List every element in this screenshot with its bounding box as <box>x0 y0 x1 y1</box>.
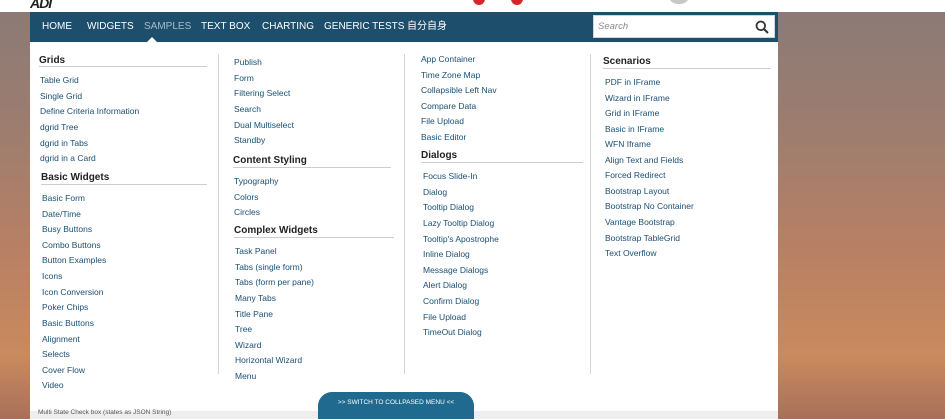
nav-self[interactable]: 自分自身 <box>407 12 447 42</box>
menu-link-basic-iframe[interactable]: Basic in IFrame <box>605 124 664 134</box>
menu-link-standby[interactable]: Standby <box>234 135 265 145</box>
menu-link-dialog[interactable]: Dialog <box>423 187 447 197</box>
menu-link-circles[interactable]: Circles <box>234 207 260 217</box>
menu-link-cover-flow[interactable]: Cover Flow <box>42 365 85 375</box>
menu-link-confirm-dialog[interactable]: Confirm Dialog <box>423 296 479 306</box>
menu-link-icon-conversion[interactable]: Icon Conversion <box>42 287 103 297</box>
heading-scenarios: Scenarios <box>603 56 651 67</box>
menu-link-dgrid-card[interactable]: dgrid in a Card <box>40 153 96 163</box>
menu-link-tree[interactable]: Tree <box>235 324 252 334</box>
search-input[interactable] <box>598 18 748 35</box>
menu-link-colors[interactable]: Colors <box>234 192 259 202</box>
nav-widgets[interactable]: WIDGETS <box>87 12 134 42</box>
column-divider <box>218 54 219 374</box>
divider <box>421 162 583 163</box>
menu-link-date-time[interactable]: Date/Time <box>42 209 81 219</box>
page-content-text: Multi State Check box (states as JSON St… <box>38 409 172 416</box>
heading-content-styling: Content Styling <box>233 155 307 166</box>
menu-link-alert-dialog[interactable]: Alert Dialog <box>423 280 467 290</box>
menu-link-text-overflow[interactable]: Text Overflow <box>605 248 657 258</box>
search-box <box>593 15 775 38</box>
heading-grids: Grids <box>39 55 66 66</box>
column-divider <box>404 54 405 374</box>
heading-dialogs: Dialogs <box>421 150 458 161</box>
menu-link-compare-data[interactable]: Compare Data <box>421 101 476 111</box>
switch-collapsed-menu-button[interactable]: >> SWITCH TO COLLPASED MENU << <box>318 392 474 419</box>
divider <box>39 66 207 67</box>
menu-link-alignment[interactable]: Alignment <box>42 334 80 344</box>
menu-link-tooltip-dialog[interactable]: Tooltip Dialog <box>423 202 474 212</box>
menu-link-bootstrap-tablegrid[interactable]: Bootstrap TableGrid <box>605 233 680 243</box>
menu-link-selects[interactable]: Selects <box>42 349 70 359</box>
menu-link-button-examples[interactable]: Button Examples <box>42 255 106 265</box>
divider <box>234 237 394 238</box>
menu-link-app-container[interactable]: App Container <box>421 54 475 64</box>
menu-link-single-grid[interactable]: Single Grid <box>40 91 82 101</box>
divider <box>233 167 391 168</box>
nav-text-box[interactable]: TEXT BOX <box>201 12 250 42</box>
samples-mega-menu: Grids Table Grid Single Grid Define Crit… <box>30 42 778 412</box>
menu-link-dgrid-tabs[interactable]: dgrid in Tabs <box>40 138 88 148</box>
menu-link-lazy-tooltip-dialog[interactable]: Lazy Tooltip Dialog <box>423 218 494 228</box>
nav-charting[interactable]: CHARTING <box>262 12 314 42</box>
menu-link-table-grid[interactable]: Table Grid <box>40 75 79 85</box>
alert-icon[interactable] <box>511 0 523 5</box>
menu-link-time-zone-map[interactable]: Time Zone Map <box>421 70 480 80</box>
heading-basic-widgets: Basic Widgets <box>41 172 110 183</box>
menu-link-vantage-bootstrap[interactable]: Vantage Bootstrap <box>605 217 675 227</box>
menu-link-tabs-per-pane[interactable]: Tabs (form per pane) <box>235 277 314 287</box>
menu-link-forced-redirect[interactable]: Forced Redirect <box>605 170 665 180</box>
divider <box>603 68 771 69</box>
menu-link-publish[interactable]: Publish <box>234 57 262 67</box>
menu-link-filtering-select[interactable]: Filtering Select <box>234 88 290 98</box>
menu-link-inline-dialog[interactable]: Inline Dialog <box>423 249 470 259</box>
menu-link-task-panel[interactable]: Task Panel <box>235 246 277 256</box>
menu-link-focus-slide-in[interactable]: Focus Slide-In <box>423 171 477 181</box>
menu-link-bootstrap-layout[interactable]: Bootstrap Layout <box>605 186 669 196</box>
avatar[interactable] <box>668 0 690 4</box>
menu-link-basic-buttons[interactable]: Basic Buttons <box>42 318 94 328</box>
menu-link-wizard-iframe[interactable]: Wizard in IFrame <box>605 93 670 103</box>
nav-home[interactable]: HOME <box>42 12 72 42</box>
brand-logo[interactable]: ADI <box>30 0 92 10</box>
menu-link-align-text-fields[interactable]: Align Text and Fields <box>605 155 683 165</box>
menu-link-many-tabs[interactable]: Many Tabs <box>235 293 276 303</box>
column-divider <box>590 54 591 374</box>
menu-link-typography[interactable]: Typography <box>234 176 278 186</box>
menu-link-wfn-iframe[interactable]: WFN Iframe <box>605 139 651 149</box>
menu-link-bootstrap-no-container[interactable]: Bootstrap No Container <box>605 201 694 211</box>
menu-link-dual-multiselect[interactable]: Dual Multiselect <box>234 120 294 130</box>
menu-link-pdf-iframe[interactable]: PDF in IFrame <box>605 77 660 87</box>
menu-link-collapsible-left-nav[interactable]: Collapsible Left Nav <box>421 85 497 95</box>
heading-complex-widgets: Complex Widgets <box>234 225 318 236</box>
menu-link-grid-iframe[interactable]: Grid in IFrame <box>605 108 659 118</box>
menu-link-video[interactable]: Video <box>42 380 64 390</box>
menu-link-basic-form[interactable]: Basic Form <box>42 193 85 203</box>
menu-link-wizard[interactable]: Wizard <box>235 340 261 350</box>
menu-link-timeout-dialog[interactable]: TimeOut Dialog <box>423 327 482 337</box>
menu-link-dialog-file-upload[interactable]: File Upload <box>423 312 466 322</box>
menu-link-poker-chips[interactable]: Poker Chips <box>42 302 88 312</box>
menu-link-form[interactable]: Form <box>234 73 254 83</box>
menu-link-message-dialogs[interactable]: Message Dialogs <box>423 265 488 275</box>
top-header-strip: ADI <box>0 0 945 12</box>
notification-icon[interactable] <box>473 0 485 5</box>
menu-link-menu[interactable]: Menu <box>235 371 256 381</box>
menu-link-title-pane[interactable]: Title Pane <box>235 309 273 319</box>
menu-link-dgrid-tree[interactable]: dgrid Tree <box>40 122 78 132</box>
menu-link-icons[interactable]: Icons <box>42 271 62 281</box>
menu-link-horizontal-wizard[interactable]: Horizontal Wizard <box>235 355 302 365</box>
search-icon[interactable] <box>755 20 769 34</box>
menu-link-tooltips-apostrophe[interactable]: Tooltip's Apostrophe <box>423 234 499 244</box>
menu-link-define-criteria[interactable]: Define Criteria Information <box>40 106 139 116</box>
menu-link-busy-buttons[interactable]: Busy Buttons <box>42 224 92 234</box>
divider <box>41 184 207 185</box>
menu-link-search[interactable]: Search <box>234 104 261 114</box>
nav-generic-tests[interactable]: GENERIC TESTS <box>324 12 404 42</box>
menu-link-basic-editor[interactable]: Basic Editor <box>421 132 466 142</box>
menu-link-file-upload[interactable]: File Upload <box>421 116 464 126</box>
menu-link-tabs-single[interactable]: Tabs (single form) <box>235 262 303 272</box>
menu-link-combo-buttons[interactable]: Combo Buttons <box>42 240 101 250</box>
